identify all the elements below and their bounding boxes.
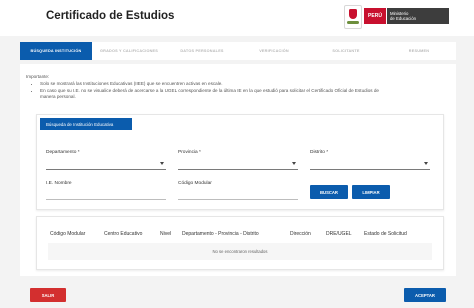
notice-item-continuation: manera personal.: [40, 94, 76, 100]
departamento-select[interactable]: [46, 159, 166, 170]
step-resumen[interactable]: RESUMEN: [382, 42, 456, 60]
search-panel-title: Búsqueda de Institución Educativa: [40, 118, 132, 130]
distrito-select[interactable]: [310, 159, 430, 170]
app-header: Certificado de Estudios PERÚ Ministerio …: [0, 0, 474, 36]
step-busqueda-institucion[interactable]: BÚSQUEDA INSTITUCIÓN: [20, 42, 92, 60]
departamento-label: Departamento *: [46, 150, 80, 155]
page-title: Certificado de Estudios: [46, 10, 175, 22]
limpiar-button[interactable]: LIMPIAR: [352, 185, 390, 199]
column-header: Centro Educativo: [104, 231, 143, 237]
column-header: Estado de Solicitud: [364, 231, 407, 237]
coat-of-arms-icon: [344, 5, 362, 29]
minedu-logo: PERÚ Ministerio de Educación: [344, 5, 452, 29]
codigo-modular-label: Código Modular: [178, 181, 212, 186]
chevron-down-icon: [292, 162, 296, 165]
logo-ministry-label: Ministerio de Educación: [387, 8, 449, 24]
empty-results-message: No se encontraron resultados: [48, 243, 432, 260]
provincia-label: Provincia *: [178, 150, 201, 155]
salir-button[interactable]: SALIR: [30, 288, 66, 302]
column-header: Dirección: [290, 231, 311, 237]
column-header: DRE/UGEL: [326, 231, 352, 237]
important-notice: Importante: Solo se mostrará las Institu…: [26, 74, 379, 101]
aceptar-button[interactable]: ACEPTAR: [404, 288, 446, 302]
notice-item: Solo se mostrará las Instituciones Educa…: [40, 81, 379, 88]
notice-title: Importante:: [26, 74, 50, 79]
logo-peru-label: PERÚ: [364, 8, 386, 24]
column-header: Departamento - Provincia - Distrito: [182, 231, 259, 237]
step-datos-personales[interactable]: DATOS PERSONALES: [166, 42, 238, 60]
step-grados-calificaciones[interactable]: GRADOS Y CALIFICACIONES: [92, 42, 166, 60]
buscar-button[interactable]: BUSCAR: [310, 185, 348, 199]
logo-ministry-line2: de Educación: [390, 16, 417, 21]
wizard-stepper: BÚSQUEDA INSTITUCIÓN GRADOS Y CALIFICACI…: [20, 42, 456, 60]
chevron-down-icon: [160, 162, 164, 165]
ie-nombre-input[interactable]: [46, 191, 166, 200]
column-header: Nivel: [160, 231, 172, 237]
step-verificacion[interactable]: VERIFICACIÓN: [238, 42, 310, 60]
step-solicitante[interactable]: SOLICITANTE: [310, 42, 382, 60]
provincia-select[interactable]: [178, 159, 298, 170]
codigo-modular-input[interactable]: [178, 191, 298, 200]
column-header: Código Modular: [50, 231, 86, 237]
ie-nombre-label: I.E. Nombre: [46, 181, 72, 186]
chevron-down-icon: [424, 162, 428, 165]
distrito-label: Distrito *: [310, 150, 329, 155]
notice-item: En caso que su I.E. no se visualice debe…: [40, 88, 379, 95]
